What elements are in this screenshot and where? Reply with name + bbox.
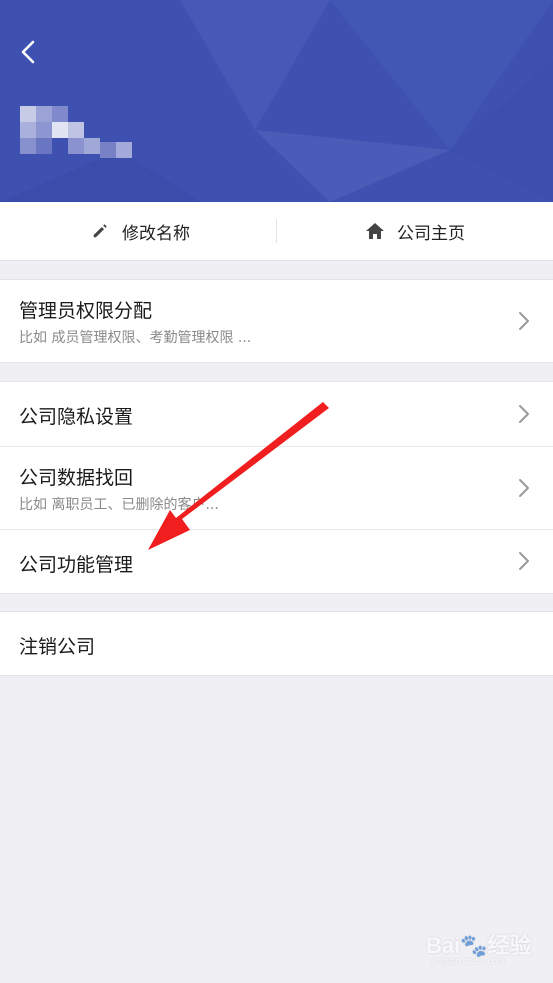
header-pattern (0, 0, 553, 202)
feature-management-title: 公司功能管理 (19, 554, 134, 576)
back-arrow-icon[interactable] (14, 36, 46, 68)
company-name-pixelated (20, 106, 140, 166)
baidu-watermark: Bai🐾经验 jingyan.baidu.com (420, 920, 540, 970)
rename-button[interactable]: 修改名称 (90, 202, 190, 260)
action-bar: 修改名称 公司主页 (0, 202, 553, 261)
privacy-settings-title: 公司隐私设置 (19, 406, 134, 428)
action-divider (276, 219, 277, 243)
chevron-right-icon (519, 312, 529, 330)
pencil-icon (90, 221, 110, 241)
admin-permission-title: 管理员权限分配 (19, 300, 153, 322)
data-recovery-subtitle: 比如 离职员工、已删除的客户... (19, 497, 219, 513)
home-icon (365, 221, 385, 241)
data-recovery-title: 公司数据找回 (19, 467, 134, 489)
admin-permission-subtitle: 比如 成员管理权限、考勤管理权限 ... (19, 330, 252, 346)
company-home-label: 公司主页 (397, 223, 465, 244)
deregister-company-title: 注销公司 (19, 636, 96, 658)
watermark-url: jingyan.baidu.com (432, 956, 505, 966)
deregister-company-row[interactable]: 注销公司 (0, 612, 553, 675)
feature-management-row[interactable]: 公司功能管理 (0, 530, 553, 593)
company-header (0, 0, 553, 202)
data-recovery-row[interactable]: 公司数据找回 比如 离职员工、已删除的客户... (0, 447, 553, 530)
rename-label: 修改名称 (122, 223, 190, 244)
chevron-right-icon (519, 405, 529, 423)
company-settings-group: 公司隐私设置 公司数据找回 比如 离职员工、已删除的客户... 公司功能管理 (0, 381, 553, 594)
danger-group: 注销公司 (0, 611, 553, 676)
paw-icon: 🐾 (460, 933, 488, 958)
chevron-right-icon (519, 479, 529, 497)
privacy-settings-row[interactable]: 公司隐私设置 (0, 382, 553, 447)
admin-permission-row[interactable]: 管理员权限分配 比如 成员管理权限、考勤管理权限 ... (0, 280, 553, 362)
admin-group: 管理员权限分配 比如 成员管理权限、考勤管理权限 ... (0, 279, 553, 363)
company-home-button[interactable]: 公司主页 (365, 202, 465, 260)
chevron-right-icon (519, 552, 529, 570)
